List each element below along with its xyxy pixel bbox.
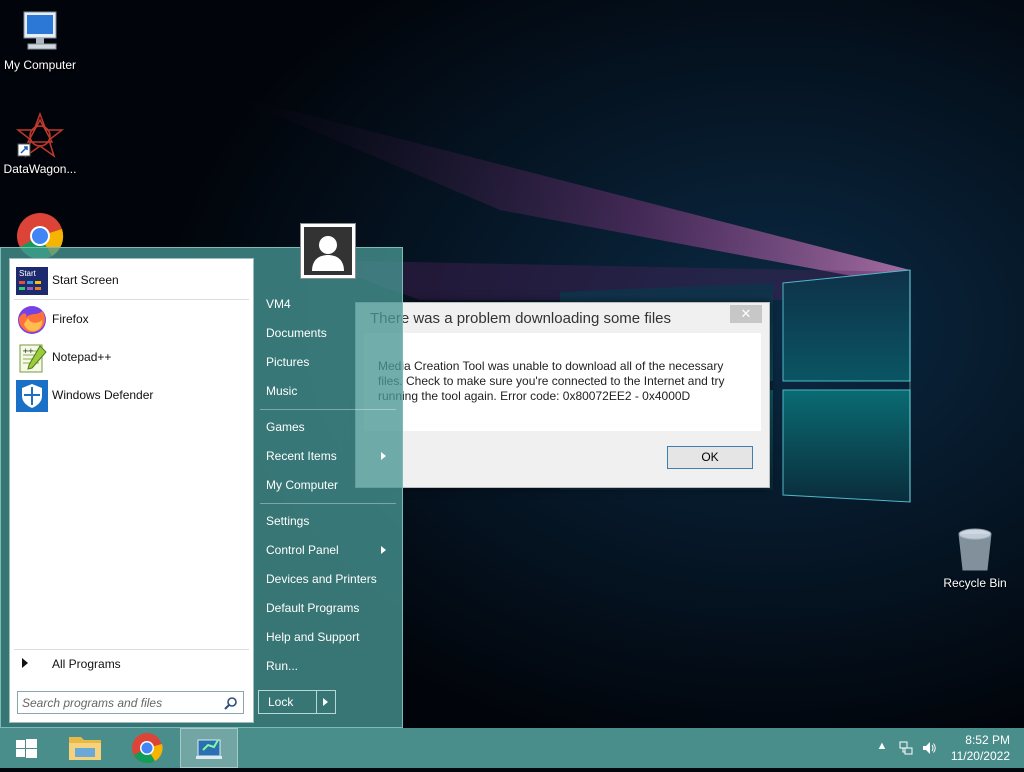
start-right-recent-items[interactable]: Recent Items — [258, 443, 396, 469]
taskbar: ▲ 8:52 PM 11/20/2022 — [0, 728, 1024, 768]
volume-icon[interactable] — [921, 740, 937, 756]
clock-date: 11/20/2022 — [950, 749, 1010, 763]
start-search-box[interactable] — [17, 691, 244, 714]
start-right-label: Help and Support — [266, 630, 360, 644]
start-menu-separator — [14, 299, 249, 300]
start-right-label: Devices and Printers — [266, 572, 377, 586]
lock-button-divider — [316, 691, 317, 713]
start-right-music[interactable]: Music — [258, 378, 396, 404]
start-right-separator — [260, 409, 396, 410]
start-right-games[interactable]: Games — [258, 414, 396, 440]
power-options-arrow-icon[interactable] — [323, 698, 328, 706]
chevron-right-icon — [381, 452, 386, 460]
folder-icon — [69, 737, 101, 760]
start-item-label: Start Screen — [52, 273, 119, 287]
start-right-control-panel[interactable]: Control Panel — [258, 537, 396, 563]
all-programs-button[interactable]: All Programs — [14, 654, 249, 676]
start-screen-icon: Start — [16, 265, 48, 297]
firefox-icon — [16, 304, 48, 336]
desktop-icon-label: DataWagon... — [3, 162, 77, 176]
chevron-right-icon — [381, 546, 386, 554]
dialog-titlebar[interactable]: There was a problem downloading some fil… — [356, 303, 769, 333]
desktop-icon-label: Recycle Bin — [943, 576, 1007, 590]
start-right-label: Pictures — [266, 355, 310, 369]
start-item-label: Firefox — [52, 312, 89, 326]
start-right-label: Settings — [266, 514, 310, 528]
search-icon[interactable] — [224, 696, 238, 710]
notepadpp-icon: ++ — [16, 342, 48, 374]
user-icon — [304, 227, 352, 275]
chrome-icon — [132, 733, 163, 764]
start-right-separator — [260, 503, 396, 504]
media-tool-icon — [196, 739, 222, 759]
desktop-icon-recycle-bin[interactable]: Recycle Bin — [935, 526, 1015, 590]
start-item-firefox[interactable]: Firefox — [14, 302, 249, 336]
taskbar-media-creation-tool[interactable] — [180, 728, 238, 768]
start-item-windows-defender[interactable]: Windows Defender — [14, 378, 249, 412]
dialog-title: There was a problem downloading some fil… — [370, 310, 671, 327]
network-icon[interactable] — [898, 740, 914, 756]
dialog-body: Media Creation Tool was unable to downlo… — [364, 333, 761, 431]
start-right-my-computer[interactable]: My Computer — [258, 472, 396, 498]
start-right-devices-printers[interactable]: Devices and Printers — [258, 566, 396, 592]
start-right-run[interactable]: Run... — [258, 653, 396, 679]
windows-logo-icon — [16, 739, 37, 758]
start-right-label: Run... — [266, 659, 299, 673]
start-right-label: Music — [266, 384, 298, 398]
system-clock[interactable]: 8:52 PM 11/20/2022 — [951, 732, 1010, 764]
start-right-label: Documents — [266, 326, 327, 340]
start-right-pictures[interactable]: Pictures — [258, 349, 396, 375]
all-programs-label: All Programs — [52, 657, 121, 671]
show-hidden-icons-button[interactable]: ▲ — [874, 740, 890, 756]
search-input[interactable] — [22, 694, 212, 711]
start-item-start-screen[interactable]: Start Start Screen — [14, 263, 249, 297]
start-item-label: Windows Defender — [52, 388, 154, 402]
start-right-documents[interactable]: Documents — [258, 320, 396, 346]
datawagon-icon — [15, 111, 65, 160]
start-item-label: Notepad++ — [52, 350, 112, 364]
start-right-help-support[interactable]: Help and Support — [258, 624, 396, 650]
start-menu-separator — [14, 649, 249, 650]
start-right-label: Default Programs — [266, 601, 360, 615]
desktop-icon-my-computer[interactable]: My Computer — [0, 8, 80, 72]
start-right-label: Recent Items — [266, 449, 337, 463]
clock-time: 8:52 PM — [965, 733, 1010, 747]
dialog-message: Media Creation Tool was unable to downlo… — [378, 359, 725, 403]
start-item-notepadpp[interactable]: ++ Notepad++ — [14, 340, 249, 374]
taskbar-file-explorer[interactable] — [59, 728, 111, 768]
lock-label: Lock — [268, 695, 294, 709]
ok-button[interactable]: OK — [667, 446, 753, 469]
windows-defender-icon — [16, 380, 48, 412]
lock-button[interactable]: Lock — [258, 690, 336, 714]
desktop-icon-datawagon[interactable]: DataWagon... — [0, 111, 80, 176]
dialog-close-button[interactable]: ✕ — [730, 305, 762, 323]
computer-icon — [16, 8, 64, 56]
start-button[interactable] — [0, 728, 52, 768]
arrow-right-icon — [22, 658, 28, 668]
svg-text:Start: Start — [19, 269, 37, 278]
start-right-label: VM4 — [266, 297, 291, 311]
start-right-label: My Computer — [266, 478, 339, 492]
error-dialog: There was a problem downloading some fil… — [355, 302, 770, 488]
recycle-bin-icon — [951, 526, 999, 574]
start-right-vm4[interactable]: VM4 — [258, 291, 396, 317]
taskbar-chrome[interactable] — [121, 728, 173, 768]
start-right-label: Games — [266, 420, 305, 434]
desktop-icon-label: My Computer — [3, 58, 77, 72]
start-right-default-programs[interactable]: Default Programs — [258, 595, 396, 621]
start-right-label: Control Panel — [266, 543, 339, 557]
svg-text:++: ++ — [23, 346, 34, 356]
user-account-picture[interactable] — [300, 223, 356, 279]
start-menu-programs-pane: Start Start Screen Firefox ++ Notepad++ … — [9, 258, 254, 723]
start-right-settings[interactable]: Settings — [258, 508, 396, 534]
